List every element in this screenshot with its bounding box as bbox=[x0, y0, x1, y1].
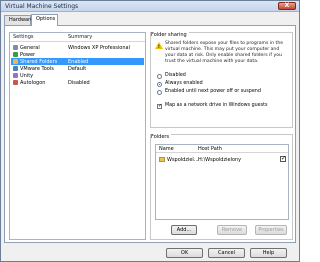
shared-folders-icon bbox=[13, 59, 18, 64]
checkbox-checked-icon[interactable] bbox=[157, 103, 162, 109]
help-button[interactable]: Help bbox=[250, 248, 287, 258]
column-header-settings[interactable]: Settings bbox=[13, 34, 34, 40]
settings-row-power[interactable]: Power bbox=[11, 51, 144, 58]
settings-list-header: Settings Summary bbox=[10, 33, 145, 42]
settings-row-label: Shared Folders bbox=[20, 58, 58, 65]
folders-title: Folders bbox=[151, 134, 172, 140]
settings-row-label: Unity bbox=[20, 72, 34, 79]
settings-row-summary: Enabled bbox=[68, 58, 89, 65]
radio-button-icon[interactable] bbox=[157, 74, 162, 79]
folder-properties-button[interactable]: Properties bbox=[255, 225, 287, 235]
settings-row-unity[interactable]: Unity bbox=[11, 72, 144, 79]
settings-row-shared-folders[interactable]: Shared Folders Enabled bbox=[11, 58, 144, 65]
radio-always-enabled[interactable]: Always enabled bbox=[157, 81, 203, 88]
folder-name: Wspoldziel... bbox=[167, 156, 199, 163]
settings-row-general[interactable]: General Windows XP Professional bbox=[11, 44, 144, 51]
settings-row-label: Power bbox=[20, 51, 36, 58]
radio-label: Always enabled bbox=[165, 81, 203, 86]
settings-row-summary: Default bbox=[68, 65, 87, 72]
power-icon bbox=[13, 52, 18, 57]
folders-group: Folders Name Host Path Wspoldziel... H:\… bbox=[150, 134, 293, 240]
radio-disabled[interactable]: Disabled bbox=[157, 73, 186, 80]
settings-row-label: VMware Tools bbox=[20, 65, 54, 72]
settings-row-vmware-tools[interactable]: VMware Tools Default bbox=[11, 65, 144, 72]
ok-button[interactable]: OK bbox=[166, 248, 203, 258]
radio-label: Disabled bbox=[165, 73, 186, 78]
virtual-machine-settings-window: Virtual Machine Settings X Hardware Opti… bbox=[0, 0, 300, 262]
column-header-name[interactable]: Name bbox=[159, 146, 174, 152]
close-button[interactable]: X bbox=[278, 2, 296, 10]
column-header-summary[interactable]: Summary bbox=[68, 34, 92, 40]
checkbox-label: Map as a network drive in Windows guests bbox=[165, 103, 268, 108]
title-bar: Virtual Machine Settings X bbox=[1, 1, 299, 12]
radio-label: Enabled until next power off or suspend bbox=[165, 89, 261, 94]
settings-row-label: General bbox=[20, 44, 40, 51]
vmware-tools-icon bbox=[13, 66, 18, 71]
tab-hardware[interactable]: Hardware bbox=[4, 15, 33, 25]
settings-row-summary: Windows XP Professional bbox=[68, 44, 130, 51]
settings-row-autologon[interactable]: Autologon Disabled bbox=[11, 79, 144, 86]
radio-button-selected-icon[interactable] bbox=[157, 82, 162, 87]
settings-row-label: Autologon bbox=[20, 79, 46, 86]
folder-sharing-group: Folder sharing ! Shared folders expose y… bbox=[150, 32, 293, 128]
folder-row[interactable]: Wspoldziel... H:\Wspoldzielony bbox=[157, 155, 287, 163]
map-network-drive-checkbox[interactable]: Map as a network drive in Windows guests bbox=[157, 103, 268, 110]
tab-options[interactable]: Options bbox=[31, 14, 58, 26]
options-panel: Settings Summary General Windows XP Prof… bbox=[4, 25, 296, 243]
add-folder-button[interactable]: Add... bbox=[171, 225, 197, 235]
folders-table-header: Name Host Path bbox=[156, 145, 288, 153]
remove-folder-button[interactable]: Remove bbox=[217, 225, 247, 235]
folder-sharing-title: Folder sharing bbox=[151, 32, 189, 38]
general-icon bbox=[13, 45, 18, 50]
warning-exclamation-icon: ! bbox=[158, 44, 160, 49]
settings-row-summary: Disabled bbox=[68, 79, 90, 86]
folder-host-path: H:\Wspoldzielony bbox=[198, 156, 242, 163]
folder-enabled-checkbox[interactable] bbox=[280, 155, 286, 162]
settings-list[interactable]: Settings Summary General Windows XP Prof… bbox=[9, 32, 146, 240]
folder-icon bbox=[159, 157, 165, 162]
window-title: Virtual Machine Settings bbox=[5, 3, 79, 10]
folders-table[interactable]: Name Host Path Wspoldziel... H:\Wspoldzi… bbox=[155, 144, 289, 220]
autologon-icon bbox=[13, 80, 18, 85]
column-header-host-path[interactable]: Host Path bbox=[198, 146, 222, 152]
unity-icon bbox=[13, 73, 18, 78]
warning-text: Shared folders expose your files to prog… bbox=[165, 41, 284, 64]
cancel-button[interactable]: Cancel bbox=[208, 248, 245, 258]
radio-button-icon[interactable] bbox=[157, 90, 162, 95]
radio-enabled-until-power-off[interactable]: Enabled until next power off or suspend bbox=[157, 89, 261, 96]
